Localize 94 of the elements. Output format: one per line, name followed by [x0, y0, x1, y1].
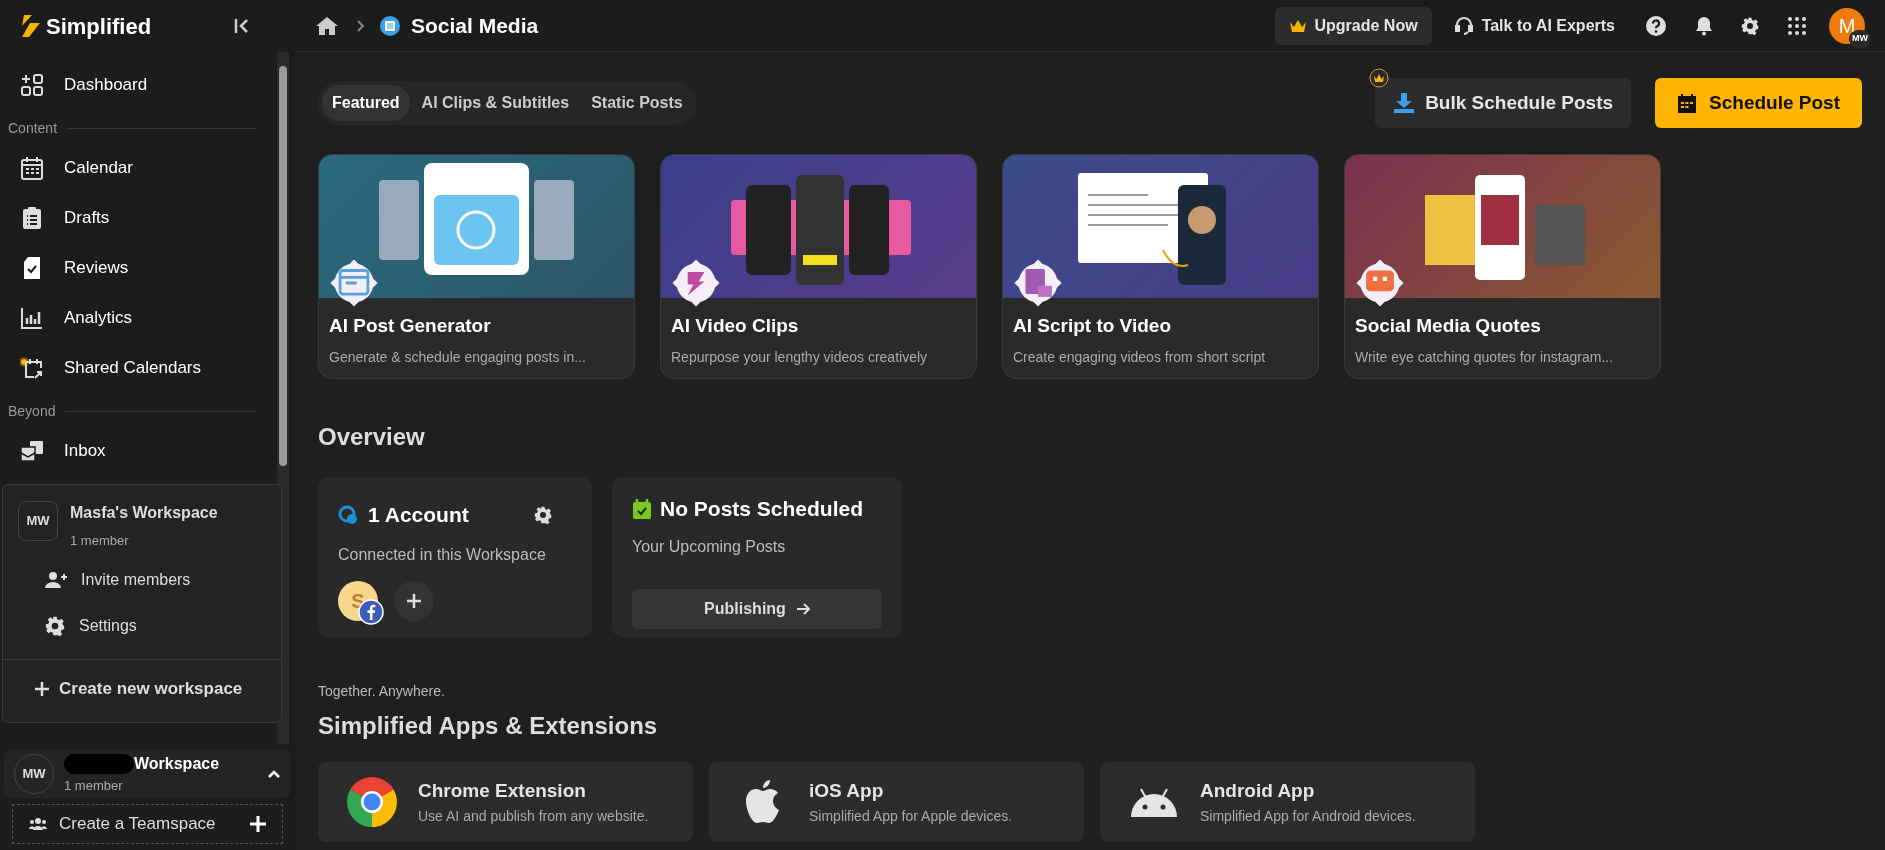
help-icon[interactable]: [1645, 14, 1667, 37]
redacted-block: [64, 754, 134, 775]
feature-card[interactable]: AI Post Generator Generate & schedule engaging posts in...: [318, 154, 635, 379]
sidebar-item[interactable]: Shared Calendars: [8, 343, 257, 393]
add-account-button[interactable]: [394, 580, 434, 621]
crown-badge-icon: [1369, 68, 1390, 88]
calendar-icon: [20, 156, 44, 180]
feature-description: Repurpose your lengthy videos creatively: [671, 347, 929, 367]
settings-icon[interactable]: [534, 505, 552, 524]
card-title: No Posts Scheduled: [660, 496, 864, 522]
menu-item[interactable]: Settings: [3, 602, 281, 649]
sidebar-item[interactable]: Dashboard: [8, 60, 257, 110]
section-label: Content: [8, 119, 58, 138]
feature-icon: [329, 258, 379, 308]
tab[interactable]: Static Posts: [581, 85, 693, 121]
sidebar-item[interactable]: Inbox: [8, 426, 257, 476]
settings-icon: [45, 615, 65, 636]
apps-grid-icon[interactable]: [1787, 15, 1807, 36]
feature-card[interactable]: Social Media Quotes Write eye catching quotes for instagram...: [1344, 154, 1661, 379]
calendar-icon: [1677, 93, 1698, 113]
section-eyebrow: Together. Anywhere.: [318, 682, 446, 701]
grid-plus-icon: [20, 73, 44, 97]
feature-card[interactable]: AI Script to Video Create engaging videos from short script: [1002, 154, 1319, 379]
tab[interactable]: Featured: [322, 85, 410, 121]
shared-calendar-icon: [20, 356, 44, 380]
feature-description: Generate & schedule engaging posts in...: [329, 347, 587, 367]
workspace-initials: MW: [18, 501, 58, 541]
app-title: Android App: [1200, 779, 1316, 804]
feature-title: Social Media Quotes: [1355, 314, 1542, 338]
create-workspace-button[interactable]: Create new workspace: [3, 665, 243, 712]
home-icon[interactable]: [315, 14, 339, 37]
plus-icon: [406, 592, 422, 609]
logo-text: Simplified: [46, 12, 152, 41]
feature-card[interactable]: AI Video Clips Repurpose your lengthy videos creatively: [660, 154, 977, 379]
bell-icon[interactable]: [1695, 15, 1713, 36]
member-count: 1 member: [64, 777, 124, 796]
inbox-icon: [20, 439, 44, 463]
sidebar-item[interactable]: Calendar: [8, 143, 257, 193]
feature-icon: [671, 258, 721, 308]
workspace-name: Workspace: [134, 754, 220, 775]
team-icon: [29, 817, 47, 831]
arrow-right-icon: [795, 601, 810, 616]
section-heading: Overview: [318, 422, 426, 452]
sidebar-item[interactable]: Drafts: [8, 193, 257, 243]
bar-chart-icon: [20, 306, 44, 330]
headset-icon: [1453, 15, 1474, 36]
account-icon: [338, 504, 358, 525]
app-description: Simplified App for Apple devices.: [809, 806, 1013, 826]
feature-icon: [1013, 258, 1063, 308]
clipboard-list-icon: [20, 206, 44, 230]
create-teamspace-button[interactable]: Create a Teamspace: [12, 804, 283, 844]
tab[interactable]: AI Clips & Subtitles: [411, 85, 580, 121]
add-user-icon: [45, 570, 67, 589]
schedule-post-button[interactable]: Schedule Post: [1655, 78, 1862, 128]
workspace-switcher[interactable]: MW Workspace 1 member: [4, 750, 291, 798]
chevron-right-icon: [355, 18, 365, 33]
feature-title: AI Script to Video: [1013, 314, 1172, 338]
member-count: 1 member: [70, 532, 130, 550]
card-subtitle: Connected in this Workspace: [338, 544, 547, 565]
logo-icon: [20, 13, 42, 39]
app-card[interactable]: Chrome Extension Use AI and publish from any website.: [318, 762, 693, 842]
feature-title: AI Post Generator: [329, 314, 492, 338]
settings-icon[interactable]: [1741, 16, 1759, 35]
collapse-icon[interactable]: [233, 17, 251, 35]
plus-icon: [250, 816, 266, 832]
sidebar-item[interactable]: Reviews: [8, 243, 257, 293]
feature-description: Write eye catching quotes for instagram...: [1355, 347, 1615, 367]
card-title: 1 Account: [368, 502, 469, 528]
sidebar-item[interactable]: Analytics: [8, 293, 257, 343]
app-description: Use AI and publish from any website.: [418, 806, 649, 826]
app-card[interactable]: Android App Simplified App for Android devices.: [1100, 762, 1475, 842]
feature-description: Create engaging videos from short script: [1013, 347, 1267, 367]
chrome-icon: [347, 777, 397, 827]
upgrade-button[interactable]: Upgrade Now: [1274, 6, 1432, 45]
feature-title: AI Video Clips: [671, 314, 800, 338]
menu-item[interactable]: Invite members: [3, 556, 281, 603]
feature-icon: [1355, 258, 1405, 308]
calendar-check-icon: [632, 497, 652, 520]
section-label: Beyond: [8, 402, 56, 421]
crown-icon: [1288, 18, 1307, 33]
calendar-globe-icon: [379, 14, 401, 37]
download-icon: [1393, 92, 1416, 114]
experts-button[interactable]: Talk to AI Experts: [1453, 6, 1615, 45]
app-title: iOS App: [809, 779, 885, 804]
bulk-schedule-button[interactable]: Bulk Schedule Posts: [1375, 78, 1632, 128]
section-heading: Simplified Apps & Extensions: [318, 711, 659, 741]
page-title: Social Media: [411, 12, 539, 39]
publishing-button[interactable]: Publishing: [632, 588, 882, 629]
app-card[interactable]: iOS App Simplified App for Apple devices.: [709, 762, 1084, 842]
card-subtitle: Your Upcoming Posts: [632, 536, 787, 557]
workspace-name: Masfa's Workspace: [70, 503, 218, 523]
app-description: Simplified App for Android devices.: [1200, 806, 1416, 826]
app-title: Chrome Extension: [418, 779, 587, 804]
plus-icon: [35, 681, 49, 696]
